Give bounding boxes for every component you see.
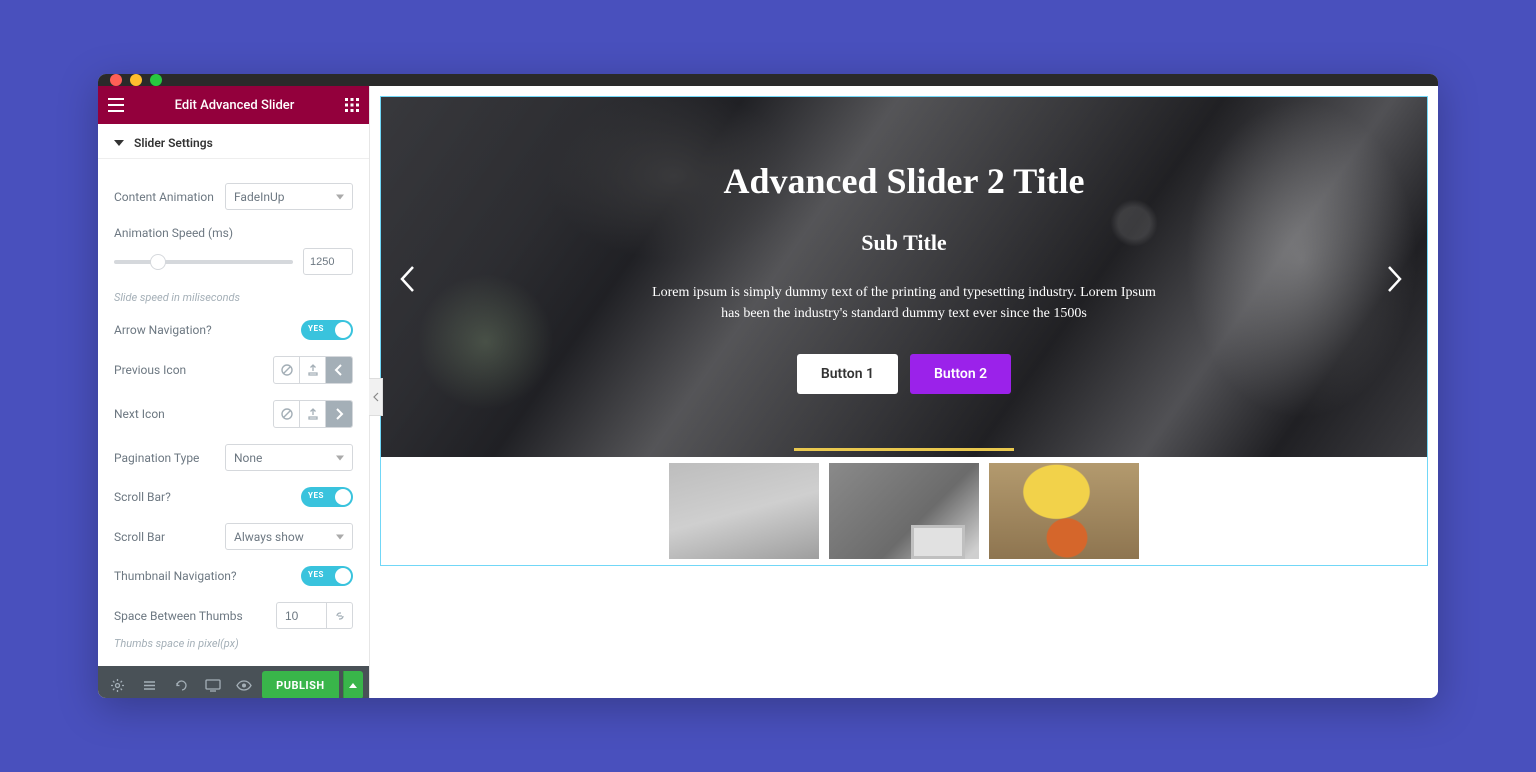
sidebar-title: Edit Advanced Slider — [175, 98, 295, 113]
sidebar-header: Edit Advanced Slider — [98, 86, 369, 124]
input-animation-speed[interactable] — [303, 248, 353, 275]
hint-thumbs-space: Thumbs space in pixel(px) — [114, 637, 353, 650]
slide-button-2[interactable]: Button 2 — [910, 354, 1011, 394]
publish-dropdown-button[interactable] — [343, 671, 363, 698]
row-previous-icon: Previous Icon — [114, 356, 353, 384]
menu-icon[interactable] — [108, 98, 124, 112]
link-icon[interactable] — [326, 602, 353, 629]
chevron-left-icon[interactable] — [326, 357, 352, 383]
row-next-icon: Next Icon — [114, 400, 353, 428]
label-arrow-navigation: Arrow Navigation? — [114, 323, 212, 337]
slide-description: Lorem ipsum is simply dummy text of the … — [644, 282, 1164, 324]
slide-subtitle: Sub Title — [861, 230, 946, 256]
upload-icon[interactable] — [300, 401, 326, 427]
panel-section-header[interactable]: Slider Settings — [98, 124, 369, 159]
panel-collapse-handle[interactable] — [369, 378, 383, 416]
slider-thumbnail[interactable] — [829, 463, 979, 559]
preview-icon[interactable] — [231, 670, 259, 698]
none-icon[interactable] — [274, 357, 300, 383]
label-space-between-thumbs: Space Between Thumbs — [114, 609, 243, 623]
icon-group-next — [273, 400, 353, 428]
upload-icon[interactable] — [300, 357, 326, 383]
responsive-icon[interactable] — [199, 670, 227, 698]
widgets-grid-icon[interactable] — [345, 98, 359, 112]
slider-thumbnail[interactable] — [669, 463, 819, 559]
app-body: Edit Advanced Slider Slider Settings Con… — [98, 86, 1438, 698]
toggle-scroll-bar[interactable]: YES — [301, 487, 353, 507]
row-animation-speed: Animation Speed (ms) Slide speed in mili… — [114, 226, 353, 304]
controls-panel: Content Animation FadeInUp Animation Spe… — [98, 159, 369, 666]
window-titlebar — [98, 74, 1438, 86]
toggle-arrow-navigation[interactable]: YES — [301, 320, 353, 340]
input-space-between-thumbs[interactable] — [276, 602, 326, 629]
row-scroll-bar-mode: Scroll Bar Always show — [114, 523, 353, 550]
slider-animation-speed[interactable] — [114, 253, 293, 271]
row-content-animation: Content Animation FadeInUp — [114, 183, 353, 210]
row-arrow-navigation: Arrow Navigation? YES — [114, 320, 353, 340]
navigator-icon[interactable] — [136, 670, 164, 698]
none-icon[interactable] — [274, 401, 300, 427]
label-scroll-bar-mode: Scroll Bar — [114, 530, 165, 544]
chevron-right-icon[interactable] — [326, 401, 352, 427]
slider-thumbnails — [381, 457, 1427, 565]
select-pagination-type[interactable]: None — [225, 444, 353, 471]
row-thumbnail-navigation: Thumbnail Navigation? YES — [114, 566, 353, 586]
slide-buttons: Button 1 Button 2 — [797, 354, 1011, 394]
select-scroll-bar-mode[interactable]: Always show — [225, 523, 353, 550]
gear-icon[interactable] — [104, 670, 132, 698]
icon-group-previous — [273, 356, 353, 384]
sidebar: Edit Advanced Slider Slider Settings Con… — [98, 86, 370, 698]
slider-prev-button[interactable] — [399, 265, 423, 289]
label-content-animation: Content Animation — [114, 190, 214, 204]
label-pagination-type: Pagination Type — [114, 451, 199, 465]
slide-button-1[interactable]: Button 1 — [797, 354, 898, 394]
label-thumbnail-navigation: Thumbnail Navigation? — [114, 569, 237, 583]
history-icon[interactable] — [167, 670, 195, 698]
row-pagination-type: Pagination Type None — [114, 444, 353, 471]
slider-progress-bar — [794, 448, 1014, 451]
maximize-window-icon[interactable] — [150, 74, 162, 86]
slider-widget[interactable]: Advanced Slider 2 Title Sub Title Lorem … — [380, 96, 1428, 566]
slider-next-button[interactable] — [1385, 265, 1409, 289]
preview-canvas: Advanced Slider 2 Title Sub Title Lorem … — [370, 86, 1438, 698]
row-space-between-thumbs: Space Between Thumbs — [114, 602, 353, 629]
toggle-thumbnail-navigation[interactable]: YES — [301, 566, 353, 586]
slider-thumbnail[interactable] — [989, 463, 1139, 559]
label-scroll-bar-toggle: Scroll Bar? — [114, 490, 171, 504]
section-title: Slider Settings — [134, 136, 213, 150]
label-animation-speed: Animation Speed (ms) — [114, 226, 233, 240]
caret-down-icon — [114, 140, 124, 146]
label-next-icon: Next Icon — [114, 407, 165, 421]
slide-main: Advanced Slider 2 Title Sub Title Lorem … — [381, 97, 1427, 457]
publish-button[interactable]: PUBLISH — [262, 671, 339, 698]
close-window-icon[interactable] — [110, 74, 122, 86]
label-previous-icon: Previous Icon — [114, 363, 186, 377]
bottom-bar: PUBLISH — [98, 666, 369, 698]
minimize-window-icon[interactable] — [130, 74, 142, 86]
select-content-animation[interactable]: FadeInUp — [225, 183, 353, 210]
slide-title: Advanced Slider 2 Title — [723, 160, 1084, 202]
row-scroll-bar-toggle: Scroll Bar? YES — [114, 487, 353, 507]
hint-animation-speed: Slide speed in miliseconds — [114, 291, 353, 304]
app-window: Edit Advanced Slider Slider Settings Con… — [98, 74, 1438, 698]
